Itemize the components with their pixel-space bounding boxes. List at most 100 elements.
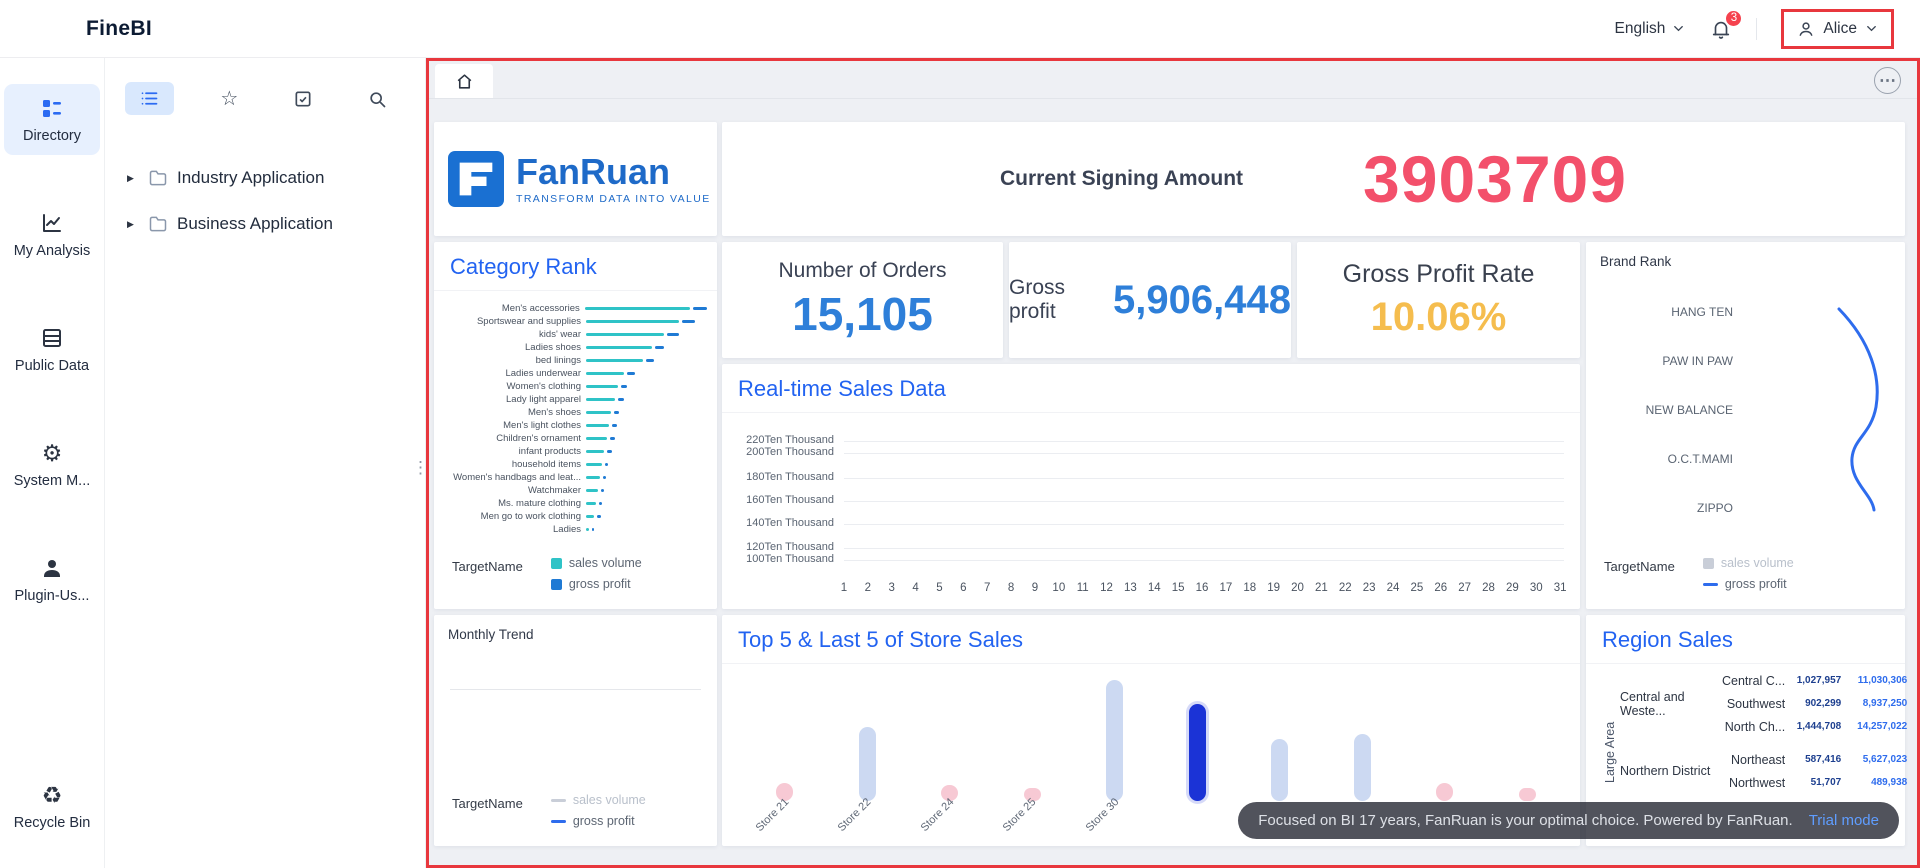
category-label: Sportswear and supplies: [476, 316, 581, 327]
store-sales-bars: Store 21 Store 22 Store 24 Store 25 Store 30: [753, 680, 1536, 834]
caret-right-icon[interactable]: ▶: [127, 173, 139, 184]
realtime-sales-card: Real-time Sales Data 220Ten Thousand 200T…: [722, 364, 1580, 609]
x-axis-tick: 26: [1434, 582, 1448, 594]
notification-badge: 3: [1724, 8, 1744, 28]
region-profit-value: 11,030,306: [1857, 675, 1908, 686]
panel-tab-list[interactable]: [125, 82, 174, 115]
sidebar-item-label: Recycle Bin: [13, 815, 91, 831]
topbar: FineBI English 3 Alice: [0, 0, 1920, 58]
tree-item-label: Business Application: [177, 214, 333, 233]
store-bar-column: [1436, 783, 1454, 801]
sidebar: Directory My Analysis Public Data ⚙ System M…: [0, 58, 105, 868]
panel-resize-handle[interactable]: ⋮: [412, 458, 429, 478]
x-axis-tick: 18: [1243, 582, 1257, 594]
home-tab[interactable]: [435, 64, 493, 98]
region-row: Northwest 51,707 489,938: [1722, 771, 1907, 794]
region-sales-value: 587,416: [1805, 754, 1842, 765]
trial-mode-link[interactable]: Trial mode: [1809, 812, 1879, 829]
category-row: Men's light clothes: [444, 419, 707, 432]
x-axis-tick: 29: [1505, 582, 1519, 594]
sales-volume-bar: [586, 437, 608, 440]
x-axis-tick: 27: [1458, 582, 1472, 594]
user-name: Alice: [1823, 19, 1857, 37]
language-switcher[interactable]: English: [1615, 20, 1687, 38]
x-axis-tick: 17: [1219, 582, 1233, 594]
category-row: household items: [444, 458, 707, 471]
category-row: Watchmaker: [444, 484, 707, 497]
legend-title: TargetName: [452, 559, 523, 574]
sidebar-item-plugin-usage[interactable]: Plugin-Us...: [4, 544, 100, 615]
category-label: Lady light apparel: [506, 394, 581, 405]
user-icon: [1796, 19, 1816, 39]
caret-right-icon[interactable]: ▶: [127, 219, 139, 230]
sidebar-item-label: Public Data: [14, 358, 90, 374]
topbar-divider: [1756, 17, 1758, 40]
store-bar-column: Store 22: [836, 727, 876, 834]
legend-title: TargetName: [1604, 559, 1675, 574]
gridline: [844, 524, 1564, 525]
store-bar: [1106, 680, 1124, 801]
orders-card: Number of Orders 15,105: [722, 242, 1003, 358]
fanruan-tagline: TRANSFORM DATA INTO VALUE: [516, 193, 711, 206]
sales-volume-bar: [586, 463, 602, 466]
more-icon[interactable]: ⋯: [1874, 67, 1901, 94]
legend-entry: gross profit: [550, 814, 646, 828]
category-row: Sportswear and supplies: [444, 315, 707, 328]
gross-profit-rate-label: Gross Profit Rate: [1342, 260, 1535, 288]
store-bar-column: Store 25: [1001, 788, 1041, 834]
line-chart-icon: [39, 210, 65, 236]
monthly-trend-card: Monthly Trend TargetName sales volume gr…: [434, 615, 717, 846]
region-group-label: Northern District: [1620, 764, 1711, 778]
monthly-trend-legend: TargetName sales volume gross profit: [452, 793, 646, 828]
category-label: Ladies: [553, 524, 581, 535]
notifications-button[interactable]: 3: [1710, 8, 1744, 40]
gross-profit-bar: [620, 385, 628, 388]
x-axis-tick: 25: [1410, 582, 1424, 594]
x-axis-tick: 7: [984, 582, 991, 594]
checklist-icon: [293, 89, 313, 109]
sales-volume-bar: [586, 424, 610, 427]
category-row: Men go to work clothing: [444, 510, 707, 523]
region-sales-value: 51,707: [1810, 777, 1842, 788]
store-bar: [1436, 783, 1454, 801]
signing-amount-card: Current Signing Amount 3903709: [722, 122, 1905, 236]
category-label: Watchmaker: [528, 485, 581, 496]
tree-item[interactable]: ▶ Business Application: [127, 201, 425, 247]
gross-profit-bar: [607, 450, 612, 453]
sales-volume-bar: [586, 385, 618, 388]
gridline: [844, 560, 1564, 561]
region-profit-value: 5,627,023: [1862, 754, 1908, 765]
sidebar-item-directory[interactable]: Directory: [4, 84, 100, 155]
x-axis-tick: 22: [1338, 582, 1352, 594]
user-menu[interactable]: Alice: [1781, 8, 1894, 49]
sidebar-item-my-analysis[interactable]: My Analysis: [4, 199, 100, 270]
sidebar-item-public-data[interactable]: Public Data: [4, 314, 100, 385]
panel-tab-favorites[interactable]: ☆: [212, 83, 246, 115]
gross-profit-bar: [612, 424, 618, 427]
category-label: Men go to work clothing: [480, 511, 581, 522]
category-label: Children's ornament: [496, 433, 581, 444]
tree-item[interactable]: ▶ Industry Application: [127, 155, 425, 201]
x-axis-tick: 30: [1529, 582, 1543, 594]
recycle-icon: ♻: [41, 781, 63, 808]
gross-profit-bar: [598, 502, 602, 505]
sales-volume-bar: [586, 398, 615, 401]
panel-tabs: ☆: [105, 82, 425, 115]
x-axis-tick: 31: [1553, 582, 1567, 594]
region-group-label: Central and Weste...: [1620, 689, 1685, 718]
store-bar: [1188, 704, 1206, 801]
category-rank-card: Category Rank Men's accessories Sportswea…: [434, 242, 717, 609]
sidebar-item-label: My Analysis: [13, 243, 91, 259]
x-axis-tick: 4: [912, 582, 919, 594]
gross-profit-bar: [667, 333, 679, 336]
region-name: Northwest: [1728, 775, 1786, 790]
brand-rank-legend: TargetName sales volume gross profit: [1604, 556, 1794, 591]
orders-label: Number of Orders: [778, 259, 947, 282]
panel-tab-search[interactable]: [359, 83, 395, 115]
region-rows: Northeast 587,416 5,627,023 Northwest 51,707…: [1722, 748, 1907, 794]
region-row: Central C... 1,027,957 11,030,306: [1722, 669, 1907, 692]
sidebar-item-recycle-bin[interactable]: ♻ Recycle Bin: [4, 771, 100, 842]
sidebar-item-system-management[interactable]: ⚙ System M...: [4, 429, 100, 500]
panel-tab-authorized[interactable]: [285, 83, 321, 115]
list-icon: [139, 88, 160, 109]
